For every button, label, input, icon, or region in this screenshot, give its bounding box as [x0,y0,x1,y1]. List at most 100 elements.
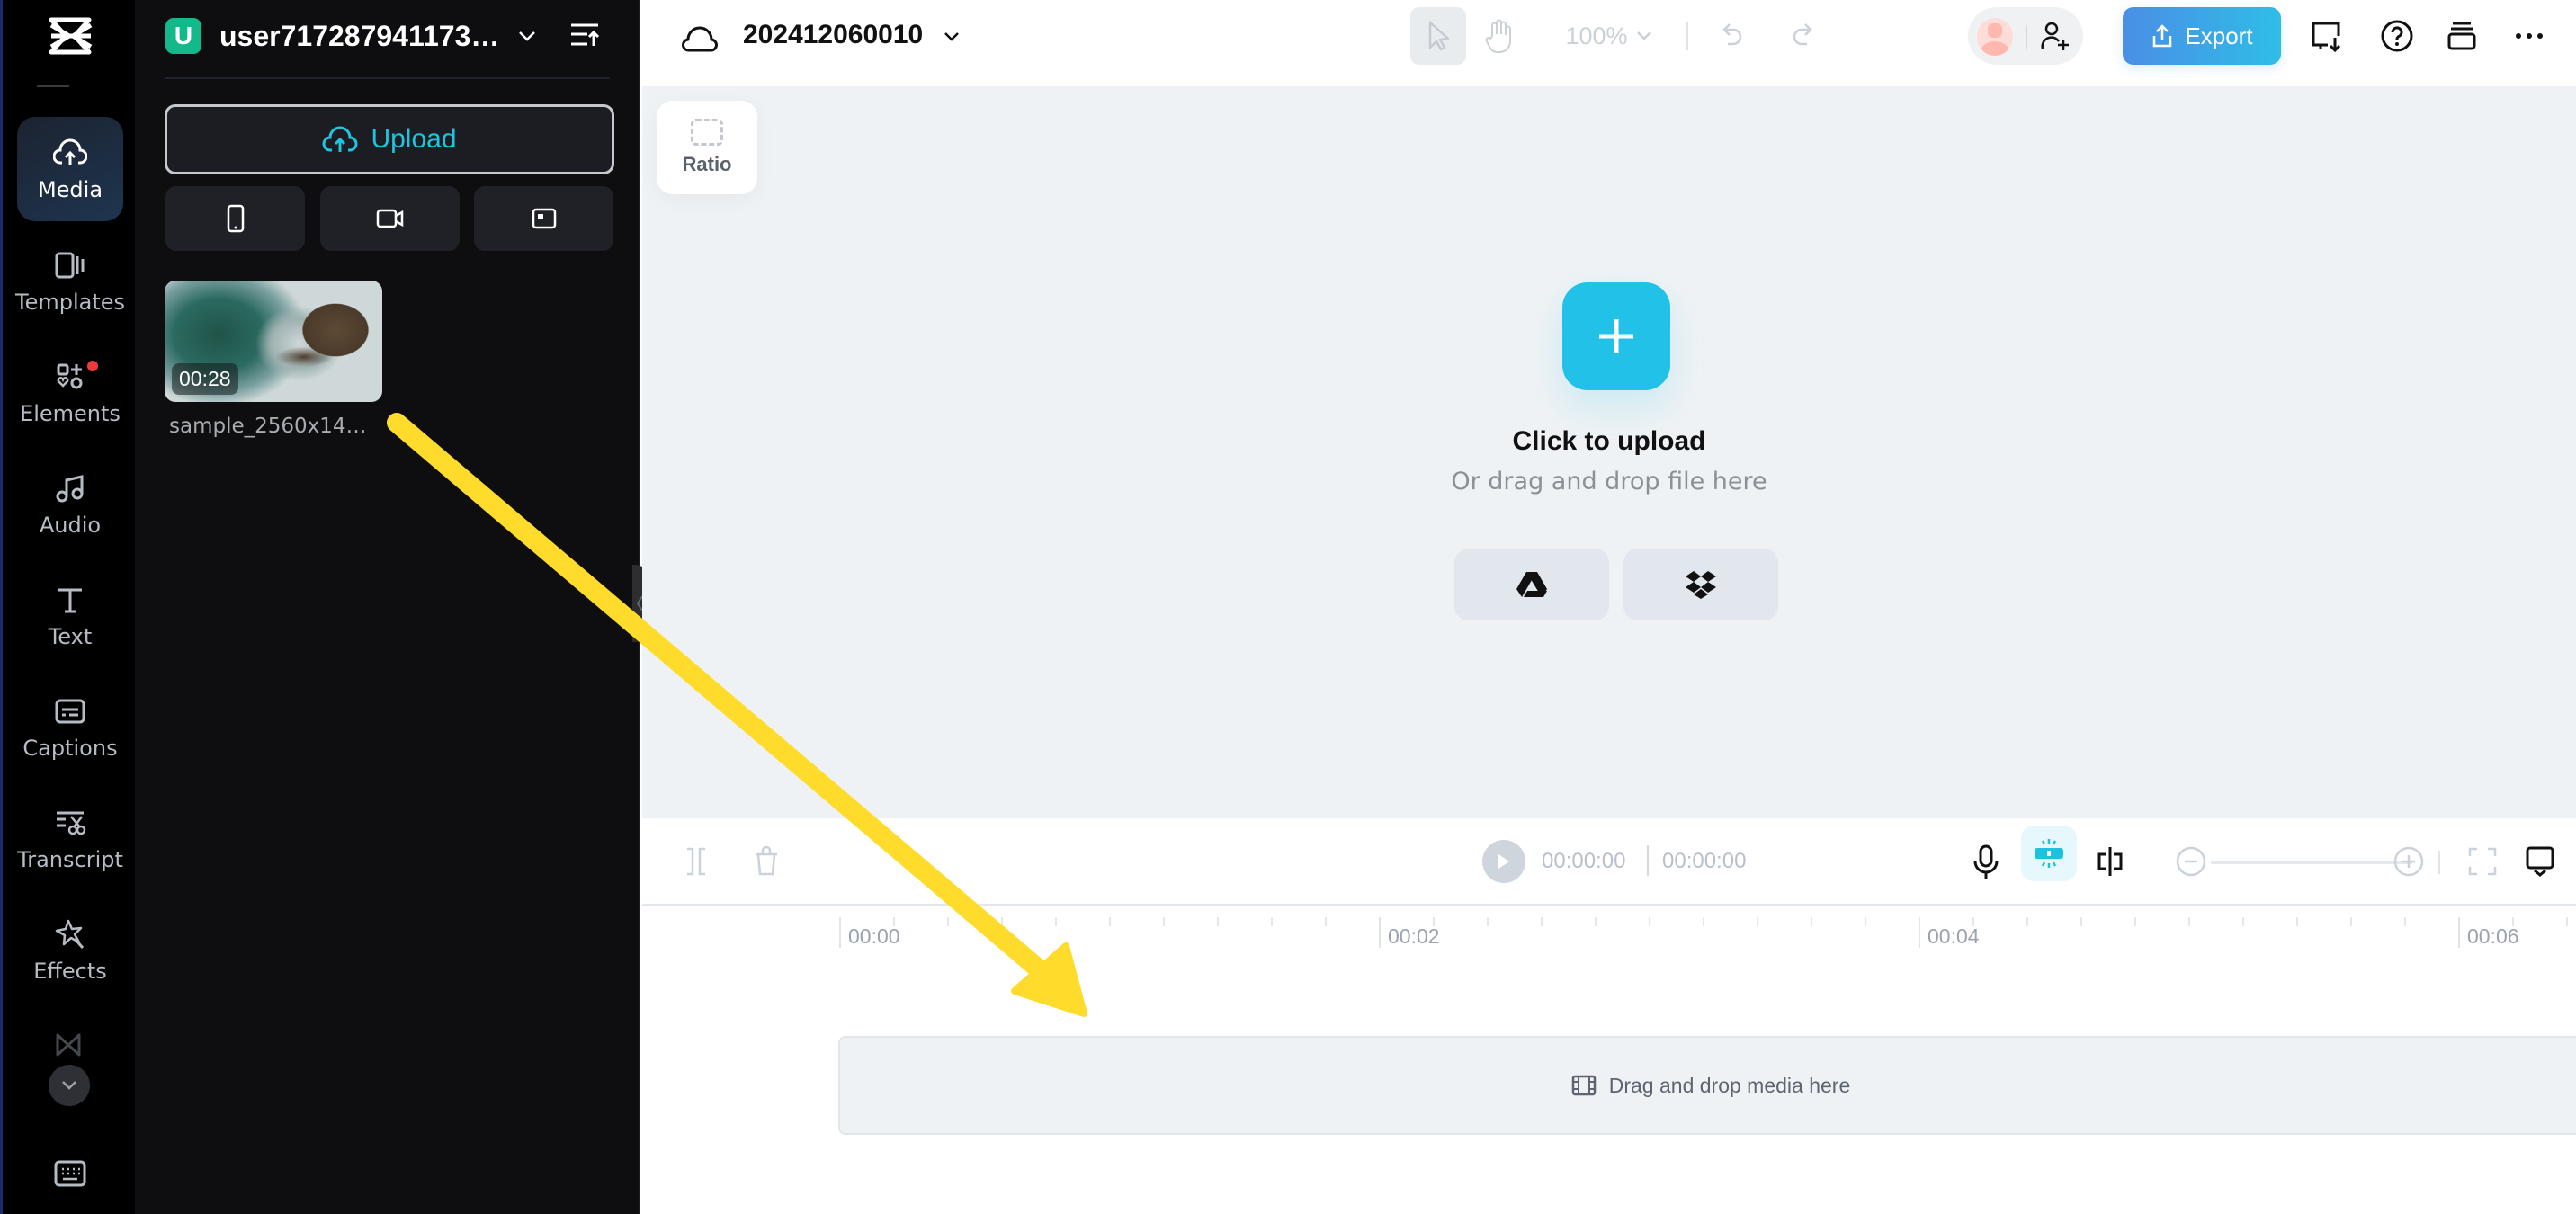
help-icon[interactable] [2379,18,2415,54]
google-drive-button[interactable] [1454,549,1609,620]
capcut-editor: Media Templates Elements Audio Text Capt… [0,0,2576,1214]
nav-item-label: Transcript [17,847,123,872]
desktop-download-icon[interactable] [2308,18,2344,54]
panel-divider [165,77,610,79]
sort-icon[interactable] [569,22,600,49]
delete-icon[interactable] [750,845,783,878]
fit-timeline-icon[interactable] [2466,845,2499,878]
timeline-toolbar: 00:00:00 00:00:00 [642,818,2576,906]
ruler-minor-tick [1271,917,1273,926]
nav-item-transcript[interactable]: Transcript [17,787,123,891]
rail-divider [37,85,69,87]
split-center-icon[interactable] [2094,845,2126,878]
ruler-minor-tick [1811,917,1812,926]
templates-icon [55,252,85,279]
toolbar-divider [2438,851,2440,874]
snap-icon [2035,839,2063,868]
timeline-drop-zone[interactable]: Drag and drop media here [838,1036,2576,1135]
add-user-icon[interactable] [2038,20,2071,52]
chevron-down-icon[interactable] [516,25,538,47]
timeline-zoom-slider[interactable] [2211,861,2412,864]
ruler-minor-tick [1163,917,1165,926]
zoom-level-dropdown[interactable]: 100% [1560,18,1659,54]
nav-rail: Media Templates Elements Audio Text Capt… [0,0,135,1214]
person-icon [1981,23,2009,56]
upload-button[interactable]: Upload [165,104,614,174]
video-camera-icon [376,209,403,228]
time-separator [1647,845,1649,876]
ruler-minor-tick [2242,917,2244,926]
undo-button[interactable] [1714,18,1750,54]
workspace-switcher[interactable]: U user7172879411732'... [165,18,512,54]
nav-item-text[interactable]: Text [17,564,123,668]
cloud-sync-icon[interactable] [682,22,718,54]
ruler-minor-tick [1001,917,1003,926]
export-button[interactable]: Export [2123,7,2281,65]
layers-icon[interactable] [2444,18,2480,54]
upload-from-phone-button[interactable] [165,186,305,251]
nav-item-captions[interactable]: Captions [17,675,123,780]
nav-item-audio[interactable]: Audio [17,452,123,557]
nav-item-label: Media [37,177,103,202]
project-name[interactable]: 202412060010 [743,20,923,50]
media-thumbnail[interactable]: 00:28 [165,281,382,402]
ruler-minor-tick [1649,917,1650,926]
nav-item-elements[interactable]: Elements [17,341,123,445]
microphone-icon[interactable] [1968,844,2004,881]
ruler-minor-tick [1055,917,1057,926]
notification-badge [87,361,98,371]
ruler-label: 00:06 [2467,924,2519,948]
zoom-in-icon[interactable] [2393,845,2425,878]
collab-divider [2026,25,2027,49]
ruler-minor-tick [2026,917,2028,926]
current-time: 00:00:00 [1542,849,1626,873]
ruler-minor-tick [1595,917,1597,926]
nav-item-media[interactable]: Media [17,117,123,221]
more-options-icon[interactable] [2511,18,2547,54]
chevron-down-icon[interactable] [941,27,962,47]
plus-icon [1599,319,1633,353]
nav-item-effects[interactable]: Effects [17,898,123,1003]
play-icon [1498,854,1509,869]
ruler-label: 00:00 [848,924,900,948]
hand-tool-button[interactable] [1479,14,1518,58]
capcut-logo-icon[interactable] [48,16,94,56]
expand-nav-button[interactable] [49,1065,90,1106]
collaborator-avatar[interactable] [1977,18,2013,56]
cursor-icon [1428,21,1450,51]
auto-snap-toggle[interactable] [2021,826,2077,881]
record-screen-button[interactable] [474,186,613,251]
timeline-ruler[interactable]: 00:00 00:02 00:04 00:06 [642,906,2576,960]
bowtie-icon[interactable] [55,1032,82,1058]
collaborators [1968,7,2083,65]
zoom-out-icon[interactable] [2175,845,2207,878]
media-duration: 00:28 [172,363,238,395]
ruler-minor-tick [1541,917,1543,926]
upload-label: Upload [371,124,457,154]
google-drive-icon [1516,572,1547,597]
phone-icon [227,204,244,233]
aspect-ratio-icon [691,119,723,146]
zoom-level: 100% [1565,22,1628,49]
dropbox-button[interactable] [1623,549,1778,620]
text-icon [58,588,82,613]
ruler-minor-tick [1487,917,1489,926]
cloud-upload-icon [322,126,358,152]
timeline-display-icon[interactable] [2524,845,2556,878]
upload-title[interactable]: Click to upload [642,426,2576,457]
username: user7172879411732'... [219,19,512,52]
ruler-minor-tick [2512,917,2514,926]
keyboard-icon[interactable] [54,1160,86,1187]
redo-button[interactable] [1784,18,1820,54]
ruler-major-tick [1919,917,1920,948]
nav-item-label: Elements [20,401,121,426]
chevron-down-icon [1636,31,1651,40]
nav-item-templates[interactable]: Templates [15,229,125,334]
split-icon[interactable] [680,845,712,878]
record-video-button[interactable] [320,186,460,251]
add-media-button[interactable] [1562,282,1670,390]
ratio-button[interactable]: Ratio [657,101,757,194]
ruler-minor-tick [2188,917,2190,926]
play-button[interactable] [1482,840,1525,883]
select-tool-button[interactable] [1410,7,1466,65]
